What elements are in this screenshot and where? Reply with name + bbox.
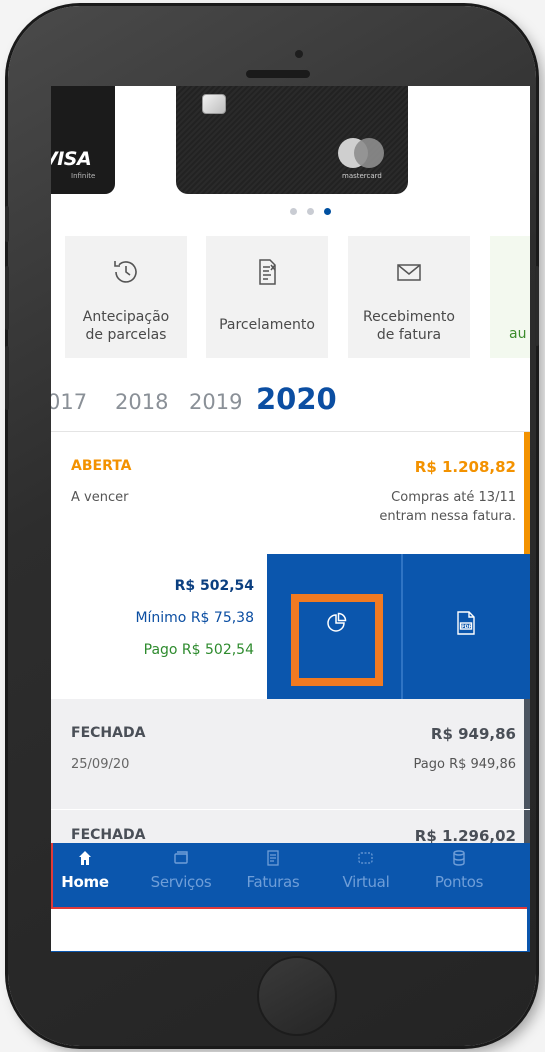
invoice-status: FECHADA bbox=[71, 725, 146, 741]
action-label: de parcelas bbox=[85, 327, 167, 343]
action-label: de fatura bbox=[376, 327, 442, 343]
card-chip bbox=[202, 94, 226, 114]
visa-card[interactable]: VISA Infinite bbox=[51, 86, 115, 194]
divider bbox=[51, 809, 530, 810]
nav-label: Home bbox=[61, 873, 109, 891]
invoice-total: R$ 949,86 bbox=[430, 725, 516, 743]
carousel-indicator bbox=[51, 208, 530, 215]
stage: VISA Infinite mastercard Antecipação de p… bbox=[0, 0, 545, 1052]
invoice-paid: Pago R$ 949,86 bbox=[413, 757, 516, 772]
screen-edge bbox=[51, 951, 530, 952]
carousel-dot[interactable] bbox=[290, 208, 297, 215]
year-tab[interactable]: 2018 bbox=[115, 390, 168, 414]
volume-up-button bbox=[5, 266, 9, 330]
status-bar-open bbox=[524, 432, 530, 554]
nav-home[interactable]: Home bbox=[51, 849, 125, 891]
home-icon bbox=[51, 849, 125, 873]
bottom-navigation: Home Serviços Faturas Virtual Pontos bbox=[51, 843, 530, 909]
home-hardware-button[interactable] bbox=[257, 956, 337, 1036]
carousel-dot[interactable] bbox=[307, 208, 314, 215]
action-partial[interactable]: au bbox=[490, 236, 530, 358]
nav-label: Serviços bbox=[150, 873, 212, 891]
mastercard-wordmark: mastercard bbox=[342, 172, 382, 180]
invoice-total: R$ 1.208,82 bbox=[414, 458, 516, 476]
invoices-icon bbox=[233, 849, 313, 873]
highlight-box bbox=[291, 594, 383, 686]
nav-label: Pontos bbox=[434, 873, 484, 891]
nav-pontos[interactable]: Pontos bbox=[419, 849, 499, 891]
action-label: Antecipação bbox=[82, 309, 170, 325]
year-tab[interactable]: 2019 bbox=[189, 390, 242, 414]
visa-logo: VISA bbox=[51, 148, 92, 170]
year-tab-selected[interactable]: 2020 bbox=[256, 382, 337, 416]
invoice-note: Compras até 13/11 entram nessa fatura. bbox=[379, 488, 516, 526]
screen-edge bbox=[527, 843, 530, 952]
action-label: Parcelamento bbox=[219, 317, 315, 333]
invoice-note-line: entram nessa fatura. bbox=[379, 509, 516, 524]
envelope-icon bbox=[348, 256, 470, 295]
invoice-note-line: Compras até 13/11 bbox=[391, 490, 516, 505]
speaker-grille bbox=[246, 70, 310, 78]
nav-label: Faturas bbox=[246, 873, 300, 891]
volume-down-button bbox=[5, 346, 9, 410]
carousel-dot-active[interactable] bbox=[324, 208, 331, 215]
action-antecipacao[interactable]: Antecipação de parcelas bbox=[65, 236, 187, 358]
invoice-status: ABERTA bbox=[71, 458, 132, 474]
action-recebimento[interactable]: Recebimento de fatura bbox=[348, 236, 470, 358]
power-button bbox=[535, 266, 539, 346]
action-label: Recebimento bbox=[363, 309, 455, 325]
pdf-button[interactable]: PDF bbox=[403, 554, 530, 699]
nav-label: Virtual bbox=[342, 873, 390, 891]
nav-virtual[interactable]: Virtual bbox=[326, 849, 406, 891]
nav-servicos[interactable]: Serviços bbox=[141, 849, 221, 891]
nav-faturas[interactable]: Faturas bbox=[233, 849, 313, 891]
nav-safe-area bbox=[51, 909, 530, 952]
mastercard-logo-right-circle bbox=[354, 138, 384, 168]
mute-switch bbox=[5, 206, 9, 242]
year-selector: 017 2018 2019 2020 bbox=[51, 382, 530, 422]
invoice-subtitle: A vencer bbox=[71, 490, 129, 505]
invoice-amount: R$ 502,54 bbox=[174, 578, 254, 594]
action-parcelamento[interactable]: Parcelamento bbox=[206, 236, 328, 358]
app-screen: VISA Infinite mastercard Antecipação de p… bbox=[51, 86, 530, 952]
invoice-status: FECHADA bbox=[71, 827, 146, 843]
services-icon bbox=[141, 849, 221, 873]
visa-card-tier: Infinite bbox=[71, 172, 96, 180]
front-camera bbox=[295, 50, 303, 58]
virtual-card-icon bbox=[326, 849, 406, 873]
pdf-icon: PDF bbox=[457, 611, 475, 635]
action-label: au bbox=[509, 326, 527, 342]
invoice-minimum: Mínimo R$ 75,38 bbox=[135, 610, 254, 626]
points-icon bbox=[419, 849, 499, 873]
installment-document-icon bbox=[206, 256, 328, 295]
invoice-date: 25/09/20 bbox=[71, 757, 130, 772]
invoice-paid: Pago R$ 502,54 bbox=[143, 642, 254, 658]
year-tab[interactable]: 017 bbox=[51, 390, 87, 414]
mastercard-card[interactable]: mastercard bbox=[176, 86, 408, 194]
svg-text:PDF: PDF bbox=[461, 624, 471, 630]
open-invoice-card[interactable]: ABERTA R$ 1.208,82 A vencer Compras até … bbox=[51, 432, 530, 554]
history-clock-icon bbox=[65, 256, 187, 295]
